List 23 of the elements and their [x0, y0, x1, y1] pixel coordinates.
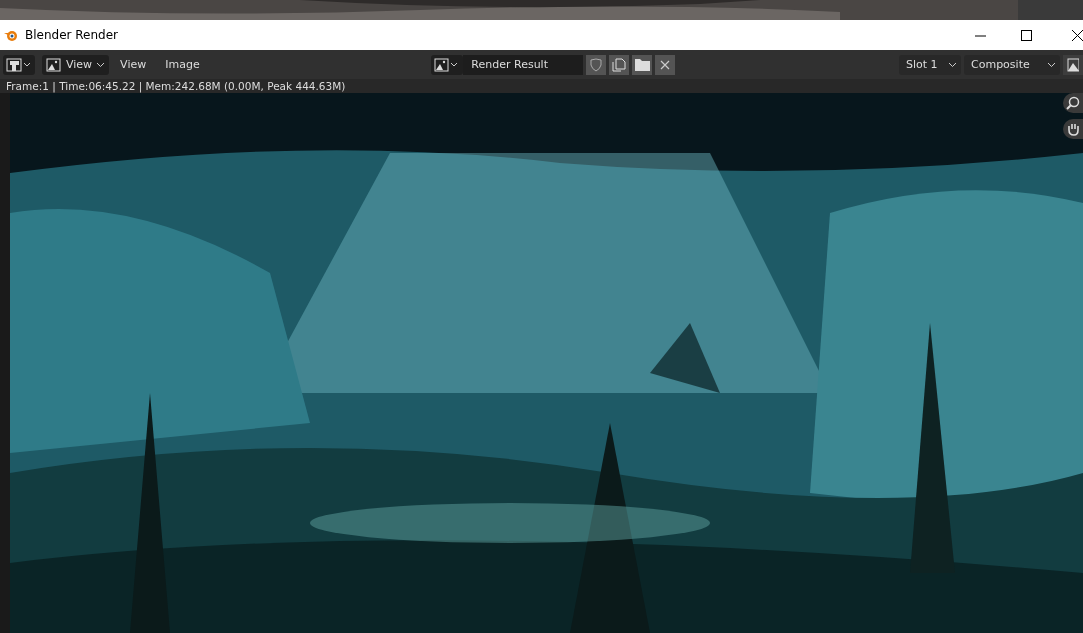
image-browse-button[interactable] [431, 54, 464, 75]
image-icon [46, 57, 62, 72]
caret-icon [948, 61, 957, 68]
editor-type-button[interactable] [3, 54, 35, 75]
caret-icon [1047, 61, 1056, 68]
shield-icon[interactable] [586, 54, 607, 75]
menu-item[interactable]: View [112, 54, 155, 75]
window-title: Blender Render [25, 28, 119, 42]
close-icon[interactable] [655, 54, 676, 75]
zoom-icon[interactable] [1063, 93, 1083, 113]
hand-icon[interactable] [1063, 119, 1083, 139]
caret-icon [96, 61, 106, 68]
render-stats: Frame:1 | Time:06:45.22 | Mem:242.68M (0.00M, Peak 444.63M) [0, 79, 1083, 93]
view-mode-dropdown[interactable]: View [42, 54, 110, 75]
pass-dropdown[interactable]: Composite [964, 54, 1060, 75]
image-name-field[interactable]: Render Result [463, 54, 584, 75]
display-icon[interactable] [1063, 54, 1083, 75]
duplicate-icon[interactable] [609, 54, 630, 75]
menu-item[interactable]: Image [157, 54, 208, 75]
close-icon [1072, 29, 1083, 41]
maximize-icon [1020, 29, 1032, 41]
slot-dropdown[interactable]: Slot 1 [899, 54, 961, 75]
folder-icon[interactable] [632, 54, 653, 75]
